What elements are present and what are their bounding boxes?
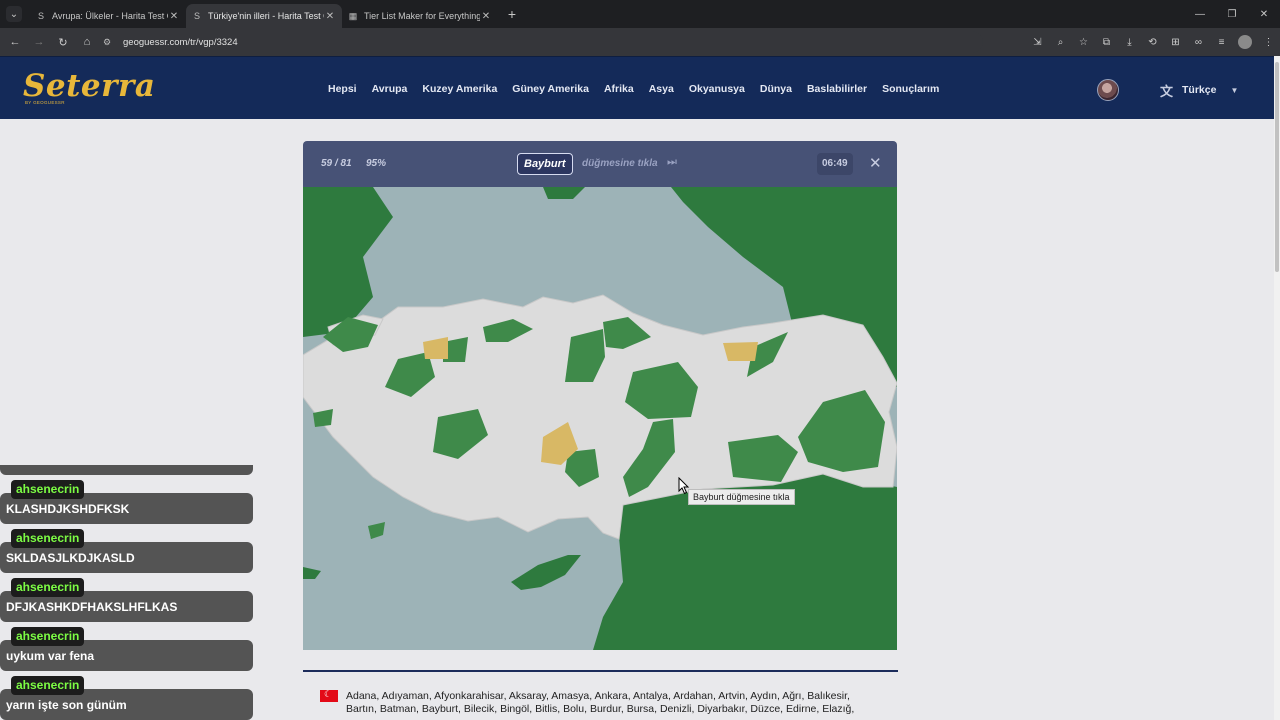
instruction-text: düğmesine tıkla <box>582 158 658 169</box>
media-icon[interactable]: ≡ <box>1210 30 1233 54</box>
tab-title: Avrupa: Ülkeler - Harita Test Oyunu <box>52 11 168 21</box>
chat-text: DFJKASHKDFHAKSLHFLKAS <box>6 600 178 614</box>
close-tab-icon[interactable]: ✕ <box>480 11 492 22</box>
quiz-panel: 59 / 81 95% Bayburt düğmesine tıkla ⏭ 06… <box>303 141 897 650</box>
tab-title: Türkiye'nin illeri - Harita Test Oyunu <box>208 11 324 21</box>
minimize-icon[interactable]: — <box>1184 0 1216 28</box>
link-icon[interactable]: ∞ <box>1187 30 1210 54</box>
nav-item-avrupa[interactable]: Avrupa <box>372 83 408 95</box>
nav-item-okyanusya[interactable]: Okyanusya <box>689 83 745 95</box>
home-icon[interactable]: ⌂ <box>75 30 99 54</box>
region-cyprus <box>511 555 581 590</box>
restore-icon[interactable]: ❐ <box>1216 0 1248 28</box>
reload-icon[interactable]: ↻ <box>51 30 75 54</box>
timer: 06:49 <box>817 153 853 175</box>
chat-username: ahsenecrin <box>11 627 85 646</box>
forward-icon[interactable]: → <box>27 30 51 54</box>
nav-item-dunya[interactable]: Dünya <box>760 83 792 95</box>
install-app-icon[interactable]: ⇲ <box>1026 30 1049 54</box>
seterra-icon: S <box>37 11 44 21</box>
logo-text: Seterra <box>23 68 156 104</box>
list-divider <box>303 670 898 672</box>
map-svg[interactable] <box>303 187 897 650</box>
seterra-logo[interactable]: Seterra BY GEOGUESSR <box>23 68 156 108</box>
history-icon[interactable]: ⟲ <box>1141 30 1164 54</box>
logo-subtext: BY GEOGUESSR <box>25 100 65 105</box>
question-counter: 59 / 81 <box>321 158 352 169</box>
province-list: Adana, Adıyaman, Afyonkarahisar, Aksaray… <box>346 690 855 715</box>
translate-icon: 文 <box>1160 83 1174 99</box>
page-scrollbar[interactable] <box>1274 56 1280 720</box>
score-percent: 95% <box>366 158 387 169</box>
map-tooltip: Bayburt düğmesine tıkla <box>688 489 795 505</box>
language-selector[interactable]: 文 Türkçe ▼ <box>1160 79 1238 101</box>
target-province: Bayburt <box>517 153 573 175</box>
close-tab-icon[interactable]: ✕ <box>168 11 180 22</box>
close-window-icon[interactable]: ✕ <box>1248 0 1280 28</box>
chat-username: ahsenecrin <box>11 529 85 548</box>
nav-item-sonuclarim[interactable]: Sonuçlarım <box>882 83 939 95</box>
province-correct[interactable] <box>368 522 385 539</box>
toolbar-icons: ⇲ ⌕ ☆ ⧉ ⤓ ⟲ ⊞ ∞ ≡ ⋮ <box>1026 30 1280 54</box>
browser-toolbar: ← → ↻ ⌂ ⚙ geoguessr.com/tr/vgp/3324 ⇲ ⌕ … <box>0 28 1280 56</box>
seterra-icon: S <box>193 11 200 21</box>
site-info-icon[interactable]: ⚙ <box>103 37 117 48</box>
download-icon[interactable]: ⤓ <box>1118 30 1141 54</box>
tab-search-icon[interactable]: ⌄ <box>6 6 22 22</box>
chat-username: ahsenecrin <box>11 578 85 597</box>
browser-tab-bar: ⌄ S Avrupa: Ülkeler - Harita Test Oyunu … <box>0 0 1280 28</box>
bookmark-star-icon[interactable]: ☆ <box>1072 30 1095 54</box>
url-text: geoguessr.com/tr/vgp/3324 <box>123 36 238 48</box>
nav-item-afrika[interactable]: Afrika <box>604 83 634 95</box>
close-icon[interactable]: ✕ <box>869 154 882 172</box>
tab-title: Tier List Maker for Everything - TierMak… <box>364 11 480 21</box>
nav-item-asya[interactable]: Asya <box>649 83 674 95</box>
extensions-icon[interactable]: ⧉ <box>1095 30 1118 54</box>
province-missed[interactable] <box>723 342 758 361</box>
chat-username: ahsenecrin <box>11 480 85 499</box>
tiermaker-icon: ▦ <box>348 10 358 21</box>
user-avatar[interactable] <box>1097 79 1119 101</box>
region-north-land <box>543 187 585 199</box>
turkey-flag-icon <box>320 689 338 702</box>
back-icon[interactable]: ← <box>3 30 27 54</box>
new-tab-icon[interactable]: + <box>502 4 522 24</box>
menu-icon[interactable]: ⋮ <box>1257 30 1280 54</box>
chat-message-prev <box>0 465 253 475</box>
turkey-map[interactable] <box>303 187 897 650</box>
chat-text: uykum var fena <box>6 649 95 663</box>
nav-item-kuzey-amerika[interactable]: Kuzey Amerika <box>422 83 497 95</box>
scrollbar-thumb[interactable] <box>1275 62 1279 272</box>
nav-item-baslabilirler[interactable]: Baslabilirler <box>807 83 867 95</box>
chat-text: SKLDASJLKDJKASLD <box>6 551 135 565</box>
browser-tab[interactable]: S Avrupa: Ülkeler - Harita Test Oyunu ✕ <box>30 4 186 28</box>
close-tab-icon[interactable]: ✕ <box>324 11 336 22</box>
nav-item-guney-amerika[interactable]: Güney Amerika <box>512 83 589 95</box>
site-header: Seterra BY GEOGUESSR Hepsi Avrupa Kuzey … <box>0 56 1274 119</box>
nav-item-hepsi[interactable]: Hepsi <box>328 83 357 95</box>
address-bar[interactable]: ⚙ geoguessr.com/tr/vgp/3324 <box>103 31 983 53</box>
window-controls: — ❐ ✕ <box>1184 0 1280 28</box>
main-nav: Hepsi Avrupa Kuzey Amerika Güney Amerika… <box>328 57 939 120</box>
profile-avatar-icon[interactable] <box>1238 35 1252 49</box>
mouse-cursor-icon <box>678 477 690 495</box>
region-bulgaria <box>303 187 393 337</box>
zoom-icon[interactable]: ⌕ <box>1049 30 1072 54</box>
chevron-down-icon: ▼ <box>1230 85 1239 95</box>
browser-tab[interactable]: ▦ Tier List Maker for Everything - TierM… <box>342 4 498 28</box>
translate-icon[interactable]: ⊞ <box>1164 30 1187 54</box>
region-island <box>303 567 321 579</box>
chat-text: yarın işte son günüm <box>6 698 127 712</box>
skip-icon[interactable]: ⏭ <box>667 156 677 169</box>
language-label: Türkçe <box>1182 84 1217 96</box>
browser-tab-active[interactable]: S Türkiye'nin illeri - Harita Test Oyunu… <box>186 4 342 28</box>
chat-username: ahsenecrin <box>11 676 85 695</box>
quiz-header: 59 / 81 95% Bayburt düğmesine tıkla ⏭ 06… <box>303 141 897 187</box>
chat-text: KLASHDJKSHDFKSK <box>6 502 130 516</box>
